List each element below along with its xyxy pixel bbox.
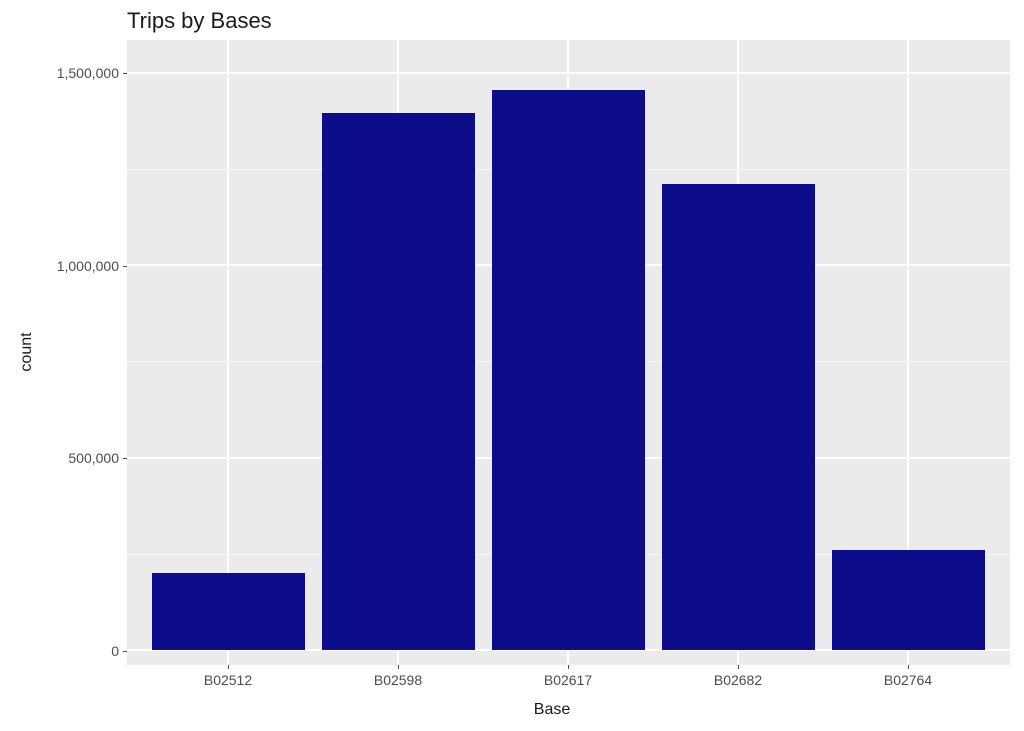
bar-b02764: [832, 550, 985, 650]
x-tick-label-0: B02512: [204, 672, 252, 688]
y-axis-label: count: [18, 332, 36, 371]
y-tick-label-2: 1,000,000: [57, 258, 119, 274]
y-tick-label-0: 0: [111, 643, 119, 659]
x-axis-label: Base: [534, 701, 570, 719]
bar-b02512: [152, 573, 305, 650]
x-tick-mark-2: [568, 665, 569, 669]
y-tick-label-1: 500,000: [68, 450, 119, 466]
x-tick-mark-0: [228, 665, 229, 669]
chart-container: Trips by Bases 0 500,000 1,000,000 1,500…: [0, 0, 1024, 731]
x-tick-mark-4: [908, 665, 909, 669]
chart-title: Trips by Bases: [127, 8, 272, 34]
x-tick-label-2: B02617: [544, 672, 592, 688]
x-tick-label-4: B02764: [884, 672, 932, 688]
y-tick-mark-1: [123, 458, 127, 459]
bar-b02682: [662, 184, 815, 650]
y-tick-label-3: 1,500,000: [57, 65, 119, 81]
grid-v-0: [227, 40, 229, 665]
x-tick-mark-1: [398, 665, 399, 669]
x-tick-mark-3: [738, 665, 739, 669]
x-tick-label-1: B02598: [374, 672, 422, 688]
bar-b02617: [492, 90, 645, 650]
bar-b02598: [322, 113, 475, 650]
y-tick-mark-0: [123, 651, 127, 652]
plot-area: [127, 40, 1010, 665]
x-tick-label-3: B02682: [714, 672, 762, 688]
y-tick-mark-3: [123, 73, 127, 74]
y-tick-mark-2: [123, 266, 127, 267]
